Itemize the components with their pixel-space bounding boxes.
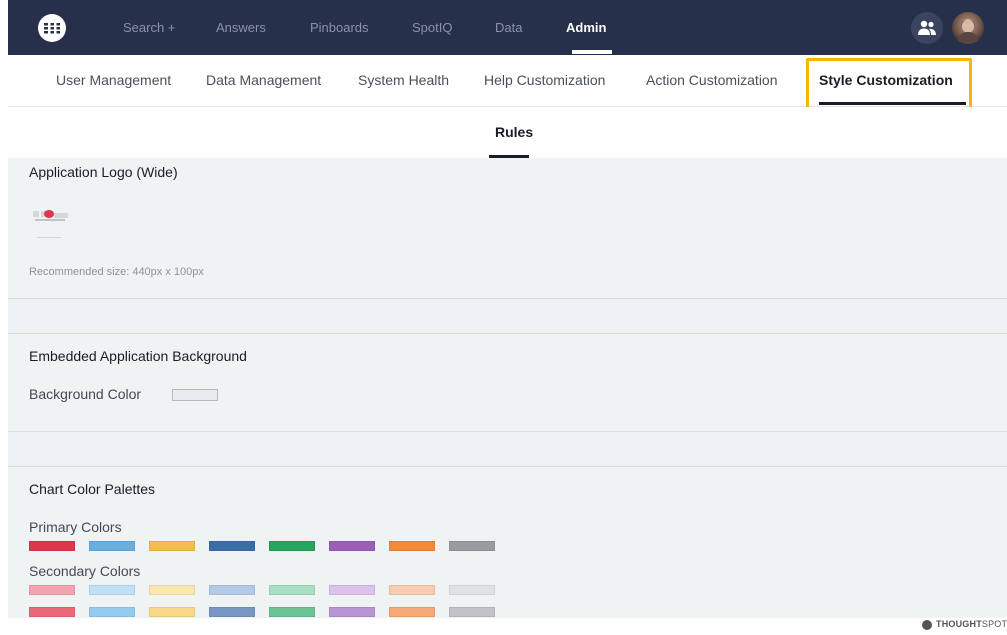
nav-admin[interactable]: Admin	[566, 20, 606, 35]
logo-section-title: Application Logo (Wide)	[29, 164, 178, 180]
style-customization-content: Application Logo (Wide) Recommended size…	[8, 158, 1007, 618]
nav-answers[interactable]: Answers	[216, 20, 266, 35]
color-swatch[interactable]	[269, 585, 315, 595]
nav-active-indicator	[572, 50, 612, 54]
color-swatch[interactable]	[329, 607, 375, 617]
subnav-system-health[interactable]: System Health	[358, 72, 449, 88]
color-swatch[interactable]	[29, 585, 75, 595]
footer-brand: THOUGHTSPOT	[936, 619, 1007, 629]
nav-spotiq[interactable]: SpotIQ	[412, 20, 452, 35]
color-swatch[interactable]	[149, 541, 195, 551]
color-swatch[interactable]	[89, 607, 135, 617]
color-swatch[interactable]	[269, 541, 315, 551]
color-swatch[interactable]	[389, 585, 435, 595]
color-swatch[interactable]	[389, 607, 435, 617]
color-swatch[interactable]	[269, 607, 315, 617]
background-color-label: Background Color	[29, 386, 142, 402]
color-swatch[interactable]	[29, 541, 75, 551]
color-swatch[interactable]	[209, 607, 255, 617]
color-swatch[interactable]	[449, 585, 495, 595]
subnav-user-management[interactable]: User Management	[56, 72, 171, 88]
logo-card: Application Logo (Wide) Recommended size…	[8, 158, 1007, 299]
thoughtspot-logo-icon[interactable]	[38, 14, 66, 42]
palette-card: Chart Color Palettes Primary Colors Seco…	[8, 466, 1007, 618]
user-avatar[interactable]	[952, 12, 984, 44]
primary-colors-label: Primary Colors	[29, 519, 122, 535]
secondary-colors-label: Secondary Colors	[29, 563, 141, 579]
subnav-data-management[interactable]: Data Management	[206, 72, 321, 88]
color-swatch[interactable]	[389, 541, 435, 551]
color-swatch[interactable]	[149, 607, 195, 617]
palette-section-title: Chart Color Palettes	[29, 481, 156, 497]
application-logo-thumbnail[interactable]	[33, 208, 69, 238]
color-swatch[interactable]	[329, 541, 375, 551]
background-section-title: Embedded Application Background	[29, 348, 247, 364]
nav-pinboards[interactable]: Pinboards	[310, 20, 369, 35]
tab-rules[interactable]: Rules	[495, 124, 533, 140]
nav-search[interactable]: Search +	[123, 20, 175, 35]
color-swatch[interactable]	[209, 541, 255, 551]
color-swatch[interactable]	[149, 585, 195, 595]
nav-data[interactable]: Data	[495, 20, 522, 35]
color-swatch[interactable]	[329, 585, 375, 595]
color-swatch[interactable]	[449, 607, 495, 617]
subnav-help-customization[interactable]: Help Customization	[484, 72, 605, 88]
color-swatch[interactable]	[89, 585, 135, 595]
color-swatch[interactable]	[209, 585, 255, 595]
people-icon[interactable]	[911, 12, 943, 44]
background-card: Embedded Application Background Backgrou…	[8, 333, 1007, 432]
color-swatch[interactable]	[449, 541, 495, 551]
color-swatch[interactable]	[29, 607, 75, 617]
thoughtspot-footer-icon	[922, 620, 932, 630]
logo-size-hint: Recommended size: 440px x 100px	[29, 266, 204, 278]
subnav-action-customization[interactable]: Action Customization	[646, 72, 778, 88]
top-navbar: Search + Answers Pinboards SpotIQ Data A…	[8, 0, 1007, 55]
color-swatch[interactable]	[89, 541, 135, 551]
rules-tabbar: Rules	[8, 107, 1007, 158]
background-color-picker[interactable]	[172, 389, 218, 401]
